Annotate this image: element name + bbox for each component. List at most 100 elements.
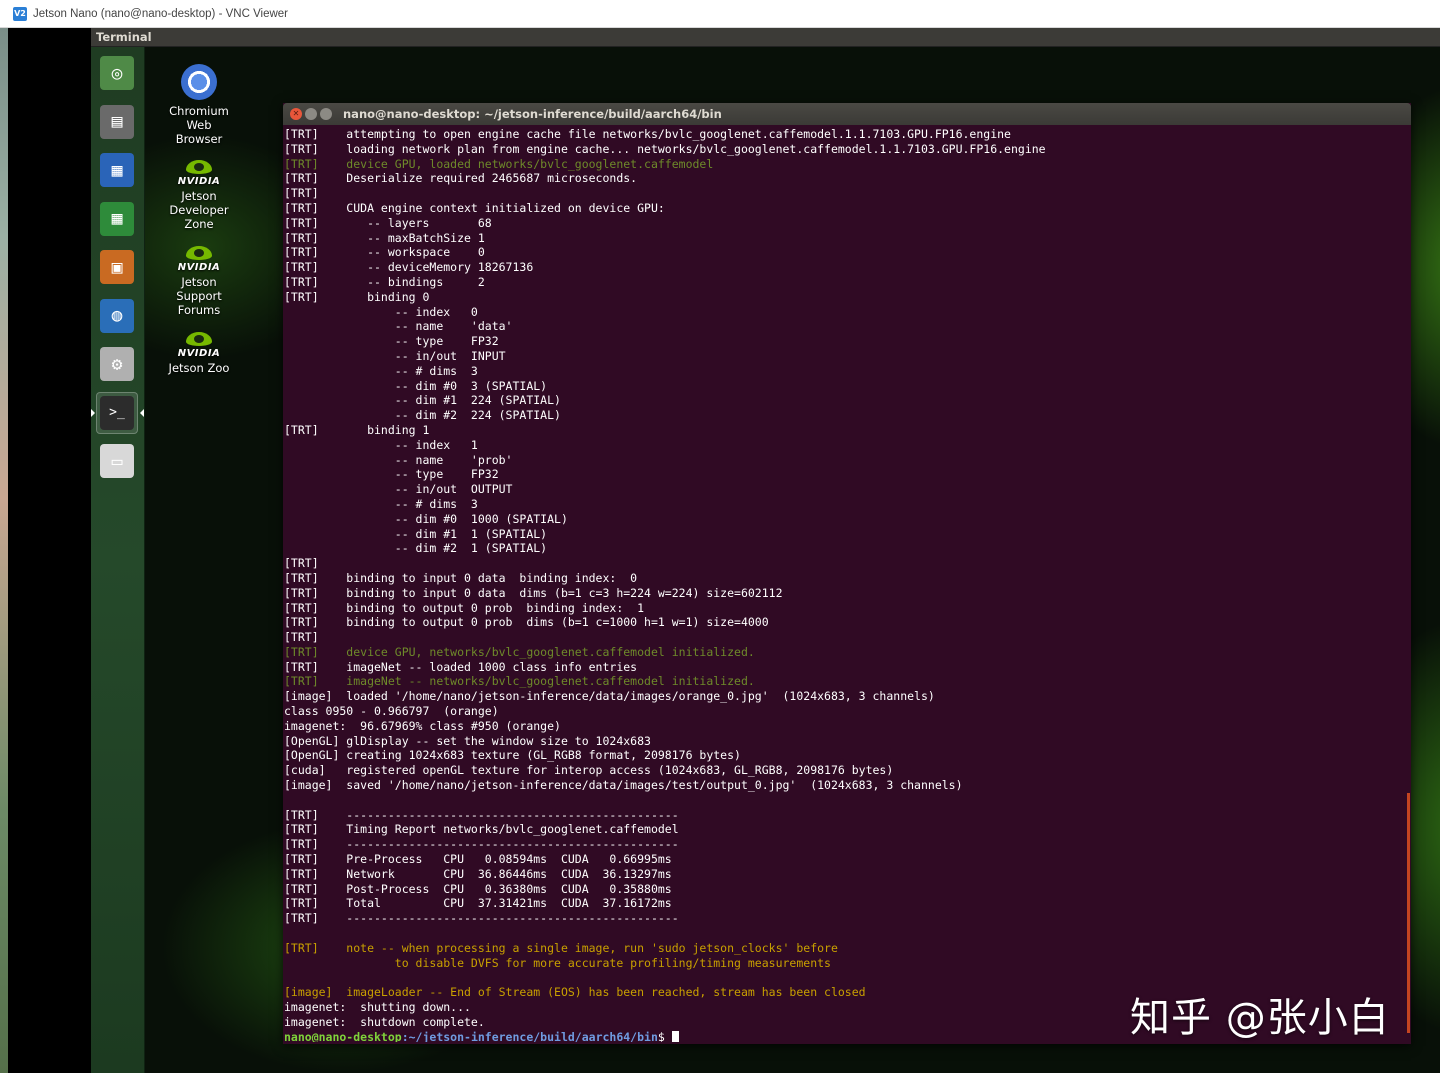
terminal-line: -- in/out OUTPUT bbox=[284, 482, 513, 497]
drive-icon: ▭ bbox=[100, 444, 134, 478]
vnc-viewport-margin bbox=[8, 28, 91, 1073]
icon-label: Jetson Zoo bbox=[168, 361, 230, 375]
watermark: 知乎 @张小白 bbox=[1130, 995, 1390, 1041]
terminal-line: [TRT] binding to input 0 data binding in… bbox=[284, 570, 638, 585]
text-cursor bbox=[671, 1030, 679, 1042]
terminal-line: [cuda] registered openGL texture for int… bbox=[284, 763, 894, 778]
terminal-line: [TRT] Deserialize required 2465687 micro… bbox=[284, 171, 638, 186]
terminal-line: imagenet: 96.67969% class #950 (orange) bbox=[284, 718, 561, 733]
terminal-line: [TRT] binding 0 bbox=[284, 289, 430, 304]
launcher-item[interactable]: ▦ bbox=[96, 198, 138, 240]
close-button[interactable]: ✕ bbox=[290, 108, 302, 120]
terminal-line: -- type FP32 bbox=[284, 334, 499, 349]
dash-icon: ◎ bbox=[100, 56, 134, 90]
terminal-line: [TRT] binding to output 0 prob dims (b=1… bbox=[284, 615, 769, 630]
terminal-line: [TRT] Timing Report networks/bvlc_google… bbox=[284, 822, 679, 837]
terminal-line: [image] loaded '/home/nano/jetson-infere… bbox=[284, 689, 935, 704]
prompt-path: :~/jetson-inference/build/aarch64/bin bbox=[401, 1029, 658, 1042]
chromium-desktop-icon[interactable]: Chromium Web Browser bbox=[159, 64, 239, 146]
nvidia-wordmark: NVIDIA bbox=[177, 348, 221, 359]
chromium-icon bbox=[181, 64, 217, 100]
terminal-line: -- dim #0 3 (SPATIAL) bbox=[284, 378, 548, 393]
launcher-item[interactable]: ◎ bbox=[96, 52, 138, 94]
terminal-line: [TRT] -- workspace 0 bbox=[284, 245, 485, 260]
launcher-item[interactable]: ◍ bbox=[96, 295, 138, 337]
launcher-item[interactable]: ▤ bbox=[96, 101, 138, 143]
active-app-title: Terminal bbox=[96, 30, 152, 44]
impress-icon: ▣ bbox=[100, 250, 134, 284]
terminal-line: class 0950 - 0.966797 (orange) bbox=[284, 704, 499, 719]
jetson-zoo-desktop-icon[interactable]: NVIDIA Jetson Zoo bbox=[159, 332, 239, 375]
terminal-line: -- name 'prob' bbox=[284, 452, 513, 467]
terminal-line: [TRT] Total CPU 37.31421ms CUDA 37.16172… bbox=[284, 896, 672, 911]
terminal-line: [OpenGL] creating 1024x683 texture (GL_R… bbox=[284, 748, 741, 763]
prompt-user: nano@nano-desktop bbox=[284, 1029, 402, 1042]
jetson-developer-zone-desktop-icon[interactable]: NVIDIA Jetson Developer Zone bbox=[159, 160, 239, 231]
vnc-app-icon: V2 bbox=[13, 6, 27, 21]
terminal-titlebar[interactable]: ✕ nano@nano-desktop: ~/jetson-inference/… bbox=[283, 103, 1411, 125]
terminal-line: [TRT] Post-Process CPU 0.36380ms CUDA 0.… bbox=[284, 881, 672, 896]
ubuntu-top-panel: Terminal bbox=[91, 28, 1440, 47]
terminal-line: [TRT] device GPU, networks/bvlc_googlene… bbox=[284, 644, 755, 659]
terminal-line: -- # dims 3 bbox=[284, 496, 478, 511]
terminal-line: -- # dims 3 bbox=[284, 363, 478, 378]
terminal-line: -- type FP32 bbox=[284, 467, 499, 482]
prompt-symbol: $ bbox=[657, 1029, 672, 1042]
writer-icon: ▦ bbox=[100, 153, 134, 187]
terminal-line: [TRT] bbox=[284, 630, 347, 645]
terminal-line: [TRT] ----------------------------------… bbox=[284, 807, 679, 822]
launcher-item[interactable]: ▣ bbox=[96, 246, 138, 288]
launcher-item[interactable]: ▭ bbox=[96, 440, 138, 482]
terminal-window[interactable]: ✕ nano@nano-desktop: ~/jetson-inference/… bbox=[283, 103, 1411, 1044]
terminal-line: [OpenGL] glDisplay -- set the window siz… bbox=[284, 733, 651, 748]
terminal-line: [TRT] -- bindings 2 bbox=[284, 274, 485, 289]
icon-label: Developer bbox=[169, 203, 229, 217]
icon-label: Zone bbox=[184, 217, 214, 231]
terminal-line: to disable DVFS for more accurate profil… bbox=[284, 955, 831, 970]
terminal-line: [TRT] imageNet -- loaded 1000 class info… bbox=[284, 659, 638, 674]
terminal-line: -- dim #2 1 (SPATIAL) bbox=[284, 541, 548, 556]
icon-label: Jetson bbox=[181, 189, 217, 203]
nvidia-logo-icon bbox=[186, 160, 212, 174]
terminal-line: [TRT] -- deviceMemory 18267136 bbox=[284, 260, 534, 275]
terminal-line: [TRT] binding to output 0 prob binding i… bbox=[284, 600, 645, 615]
running-indicator bbox=[91, 408, 95, 417]
terminal-line: [TRT] bbox=[284, 186, 347, 201]
terminal-line: [TRT] CUDA engine context initialized on… bbox=[284, 200, 665, 215]
terminal-icon: >_ bbox=[100, 395, 134, 430]
calc-icon: ▦ bbox=[100, 201, 134, 236]
terminal-line: [TRT] attempting to open engine cache fi… bbox=[284, 127, 1011, 141]
launcher-item[interactable]: ▦ bbox=[96, 149, 138, 191]
nvidia-wordmark: NVIDIA bbox=[177, 176, 221, 187]
unity-launcher: ◎ ▤ ▦ ▦ ▣ ◍ ⚙ >_ ▭ bbox=[91, 47, 145, 1073]
terminal-title: nano@nano-desktop: ~/jetson-inference/bu… bbox=[343, 107, 722, 121]
host-desktop-strip bbox=[0, 28, 8, 1073]
terminal-line: -- dim #1 1 (SPATIAL) bbox=[284, 526, 548, 541]
system-settings-icon: ⚙ bbox=[100, 347, 134, 381]
terminal-line: [TRT] ----------------------------------… bbox=[284, 837, 679, 852]
terminal-line: [TRT] bbox=[284, 556, 347, 571]
software-center-icon: ◍ bbox=[100, 298, 134, 333]
maximize-button[interactable] bbox=[320, 108, 332, 120]
terminal-line: [TRT] -- maxBatchSize 1 bbox=[284, 230, 485, 245]
terminal-line: -- index 0 bbox=[284, 304, 478, 319]
launcher-item[interactable]: >_ bbox=[96, 391, 138, 434]
terminal-line: -- name 'data' bbox=[284, 319, 513, 334]
jetson-support-forums-desktop-icon[interactable]: NVIDIA Jetson Support Forums bbox=[159, 246, 239, 317]
icon-label: Browser bbox=[175, 132, 223, 146]
terminal-line: -- in/out INPUT bbox=[284, 348, 506, 363]
terminal-line: [TRT] binding 1 bbox=[284, 422, 430, 437]
icon-label: Forums bbox=[177, 303, 221, 317]
vnc-titlebar[interactable]: V2 Jetson Nano (nano@nano-desktop) - VNC… bbox=[0, 0, 1440, 28]
terminal-scrollbar[interactable] bbox=[1407, 793, 1410, 1033]
terminal-output[interactable]: [TRT] attempting to open engine cache fi… bbox=[284, 127, 1404, 1042]
icon-label: Chromium bbox=[169, 104, 229, 118]
minimize-button[interactable] bbox=[305, 108, 317, 120]
terminal-line: [TRT] Pre-Process CPU 0.08594ms CUDA 0.6… bbox=[284, 852, 672, 867]
terminal-line: [image] saved '/home/nano/jetson-inferen… bbox=[284, 778, 963, 793]
terminal-line: -- index 1 bbox=[284, 437, 478, 452]
launcher-item[interactable]: ⚙ bbox=[96, 343, 138, 385]
vnc-window-title: Jetson Nano (nano@nano-desktop) - VNC Vi… bbox=[33, 7, 289, 20]
focused-indicator bbox=[140, 408, 144, 417]
